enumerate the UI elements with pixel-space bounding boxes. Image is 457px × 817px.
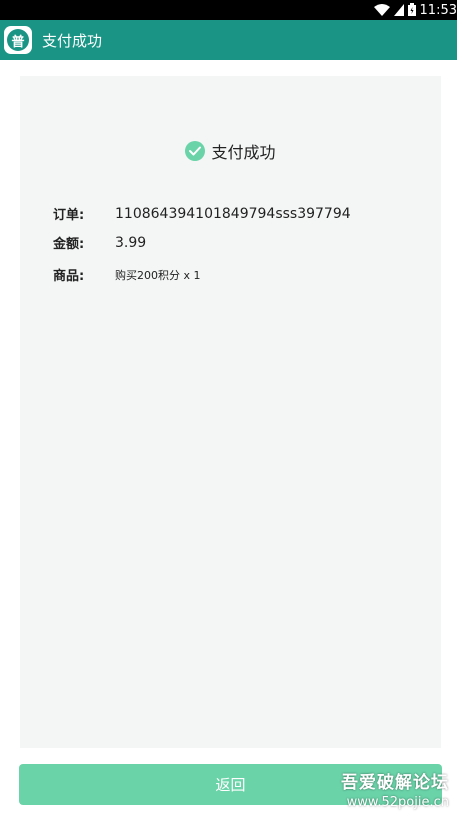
product-value: 购买200积分 x 1 (115, 268, 201, 282)
success-text: 支付成功 (211, 143, 276, 162)
status-icons: 11:53 (373, 0, 457, 20)
success-header: 支付成功 (20, 139, 441, 163)
status-bar: 11:53 (0, 0, 457, 20)
order-row: 订单: 110864394101849794sss397794 (53, 204, 351, 224)
product-row: 商品: 购买200积分 x 1 (53, 265, 201, 285)
amount-value: 3.99 (115, 234, 147, 251)
product-label: 商品: (53, 269, 85, 284)
page-title: 支付成功 (42, 31, 103, 50)
order-value: 110864394101849794sss397794 (115, 205, 351, 222)
watermark-url: www.52pojie.cn (346, 795, 449, 810)
app-toolbar: 普 支付成功 (0, 20, 457, 60)
app-logo-glyph: 普 (7, 29, 29, 51)
wifi-icon (373, 1, 390, 20)
watermark: 吾爱破解论坛 www.52pojie.cn (341, 768, 449, 810)
app-logo-icon: 普 (4, 26, 32, 54)
order-label: 订单: (53, 208, 85, 223)
signal-icon (393, 1, 404, 20)
battery-icon (407, 1, 416, 20)
amount-row: 金额: 3.99 (53, 233, 147, 253)
amount-label: 金额: (53, 237, 85, 252)
watermark-title: 吾爱破解论坛 (341, 773, 449, 793)
status-time: 11:53 (419, 2, 457, 18)
payment-result-card: 支付成功 订单: 110864394101849794sss397794 金额:… (20, 76, 441, 748)
check-circle-icon (185, 141, 206, 161)
